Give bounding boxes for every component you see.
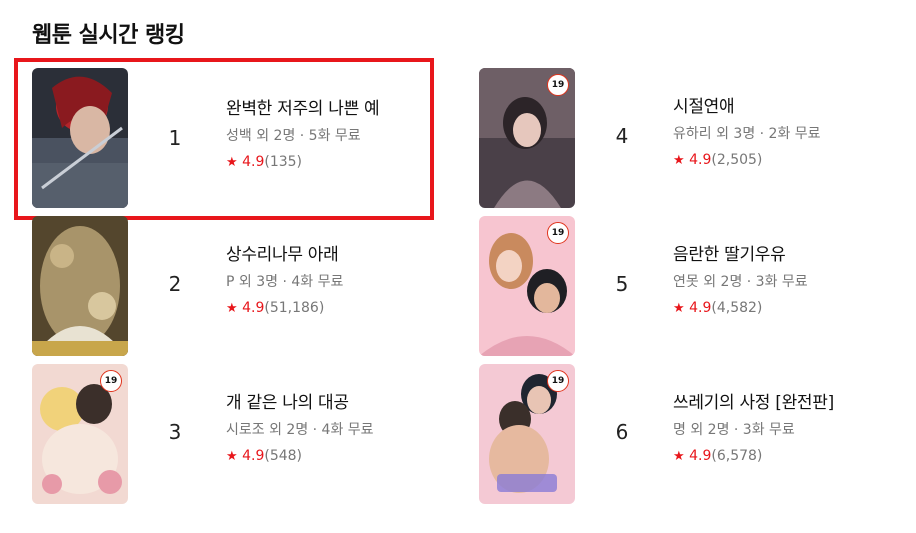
rank-number: 4: [615, 124, 629, 148]
item-info: 시절연애 유하리 외 3명 · 2화 무료 ★ 4.9(2,505): [673, 96, 893, 170]
rank-item-2[interactable]: 2 상수리나무 아래 P 외 3명 · 4화 무료 ★ 4.9(51,186): [18, 216, 438, 356]
star-icon: ★: [226, 449, 238, 464]
cover-image[interactable]: 19: [479, 68, 575, 208]
rating-score: 4.9: [242, 300, 265, 316]
rating-count: (51,186): [264, 300, 325, 316]
star-icon: ★: [226, 155, 238, 170]
author-meta: 성백 외 2명 · 5화 무료: [226, 128, 361, 144]
rating-score: 4.9: [242, 154, 265, 170]
rank-number: 2: [168, 272, 182, 296]
author-meta: 유하리 외 3명 · 2화 무료: [673, 126, 821, 142]
title-link[interactable]: 완벽한 저주의 나쁜 예: [226, 98, 446, 120]
cover-image[interactable]: [32, 216, 128, 356]
item-info: 상수리나무 아래 P 외 3명 · 4화 무료 ★ 4.9(51,186): [226, 244, 446, 318]
cover-image[interactable]: 19: [479, 364, 575, 504]
title-link[interactable]: 개 같은 나의 대공: [226, 392, 446, 414]
rating-count: (135): [264, 154, 303, 170]
cover-image[interactable]: [32, 68, 128, 208]
rating: ★ 4.9(4,582): [673, 299, 893, 318]
rating-score: 4.9: [689, 448, 712, 464]
rating: ★ 4.9(2,505): [673, 151, 893, 170]
star-icon: ★: [673, 301, 685, 316]
rating-count: (548): [264, 448, 303, 464]
rank-item-4[interactable]: 19 4 시절연애 유하리 외 3명 · 2화 무료 ★ 4.9(2,505): [465, 68, 885, 208]
author-meta: 명 외 2명 · 3화 무료: [673, 422, 795, 438]
title-link[interactable]: 상수리나무 아래: [226, 244, 446, 266]
rank-number: 5: [615, 272, 629, 296]
title-link[interactable]: 시절연애: [673, 96, 893, 118]
item-info: 쓰레기의 사정 [완전판] 명 외 2명 · 3화 무료 ★ 4.9(6,578…: [673, 392, 893, 466]
item-info: 개 같은 나의 대공 시로조 외 2명 · 4화 무료 ★ 4.9(548): [226, 392, 446, 466]
cover-art: [32, 68, 128, 208]
rating-count: (2,505): [711, 152, 763, 168]
rank-number: 6: [615, 420, 629, 444]
rating-count: (6,578): [711, 448, 763, 464]
age-19-badge: 19: [100, 370, 122, 392]
rating: ★ 4.9(135): [226, 153, 446, 172]
rating: ★ 4.9(548): [226, 447, 446, 466]
star-icon: ★: [673, 449, 685, 464]
cover-art: [32, 216, 128, 356]
star-icon: ★: [673, 153, 685, 168]
rank-number: 1: [168, 126, 182, 150]
item-info: 음란한 딸기우유 연못 외 2명 · 3화 무료 ★ 4.9(4,582): [673, 244, 893, 318]
title-link[interactable]: 음란한 딸기우유: [673, 244, 893, 266]
age-19-badge: 19: [547, 222, 569, 244]
rating-score: 4.9: [689, 300, 712, 316]
rating-score: 4.9: [242, 448, 265, 464]
cover-image[interactable]: 19: [32, 364, 128, 504]
rating: ★ 4.9(6,578): [673, 447, 893, 466]
author-meta: 연못 외 2명 · 3화 무료: [673, 274, 808, 290]
author-meta: P 외 3명 · 4화 무료: [226, 274, 344, 290]
item-info: 완벽한 저주의 나쁜 예 성백 외 2명 · 5화 무료 ★ 4.9(135): [226, 98, 446, 172]
star-icon: ★: [226, 301, 238, 316]
rating-count: (4,582): [711, 300, 763, 316]
title-link[interactable]: 쓰레기의 사정 [완전판]: [673, 392, 893, 414]
rank-item-6[interactable]: 19 6 쓰레기의 사정 [완전판] 명 외 2명 · 3화 무료 ★ 4.9(…: [465, 364, 885, 504]
rank-number: 3: [168, 420, 182, 444]
rating-score: 4.9: [689, 152, 712, 168]
rating: ★ 4.9(51,186): [226, 299, 446, 318]
age-19-badge: 19: [547, 370, 569, 392]
author-meta: 시로조 외 2명 · 4화 무료: [226, 422, 374, 438]
ranking-list: 1 완벽한 저주의 나쁜 예 성백 외 2명 · 5화 무료 ★ 4.9(135…: [0, 0, 916, 533]
rank-item-3[interactable]: 19 3 개 같은 나의 대공 시로조 외 2명 · 4화 무료 ★ 4.9(5…: [18, 364, 438, 504]
rank-item-5[interactable]: 19 5 음란한 딸기우유 연못 외 2명 · 3화 무료 ★ 4.9(4,58…: [465, 216, 885, 356]
age-19-badge: 19: [547, 74, 569, 96]
rank-item-1[interactable]: 1 완벽한 저주의 나쁜 예 성백 외 2명 · 5화 무료 ★ 4.9(135…: [14, 58, 434, 220]
cover-image[interactable]: 19: [479, 216, 575, 356]
